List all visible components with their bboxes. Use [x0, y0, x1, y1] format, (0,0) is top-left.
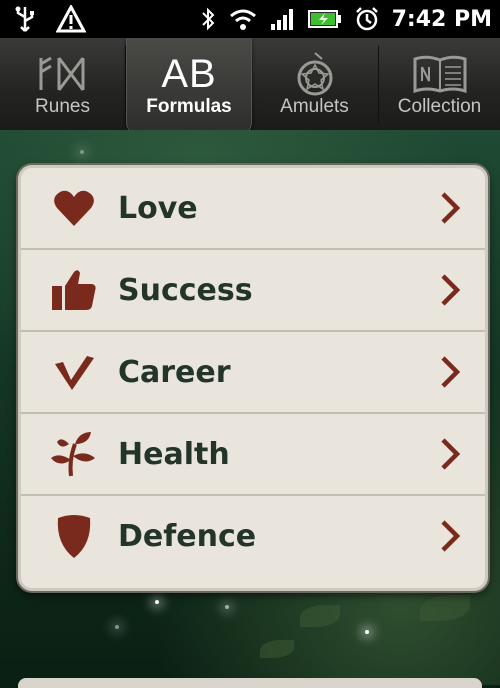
status-bar-left [14, 4, 86, 34]
list-item-health[interactable]: Health [21, 414, 485, 496]
thumbs-up-icon [52, 270, 96, 310]
usb-icon [15, 6, 34, 32]
amulet-icon [297, 52, 332, 96]
tab-collection[interactable]: Collection [379, 38, 500, 130]
list-item-label: Defence [118, 518, 257, 554]
sprout-icon [51, 432, 95, 477]
leaf-decoration [420, 595, 470, 621]
chevron-right-icon [441, 520, 461, 552]
wifi-icon [229, 9, 256, 30]
warning-icon [56, 5, 86, 33]
formula-list: Love Success Career Health Defence [18, 165, 488, 591]
list-item-label: Career [118, 354, 231, 390]
battery-icon [307, 10, 341, 28]
shield-icon [57, 515, 91, 558]
checkmark-icon [55, 356, 94, 390]
list-item-career[interactable]: Career [21, 332, 485, 414]
status-time: 7:42 PM [391, 6, 492, 32]
bottom-panel-edge [18, 678, 482, 688]
status-bar: 7:42 PM [0, 0, 500, 38]
ab-icon: AB [161, 52, 217, 96]
list-item-success[interactable]: Success [21, 250, 485, 332]
tab-formulas-label: Formulas [146, 96, 232, 117]
chevron-right-icon [441, 192, 461, 224]
tab-collection-label: Collection [397, 96, 482, 117]
status-bar-right: 7:42 PM [200, 4, 492, 34]
list-item-love[interactable]: Love [21, 168, 485, 250]
list-item-label: Health [118, 436, 230, 472]
signal-icon [270, 9, 293, 30]
tab-formulas[interactable]: AB Formulas [126, 38, 252, 136]
tab-amulets[interactable]: Amulets [252, 38, 377, 130]
chevron-right-icon [441, 438, 461, 470]
sparkle [155, 600, 159, 604]
sparkle [80, 150, 84, 154]
leaf-decoration [260, 640, 294, 658]
list-item-label: Success [118, 272, 253, 308]
chevron-right-icon [441, 274, 461, 306]
tab-runes-label: Runes [35, 96, 90, 117]
sparkle [365, 630, 369, 634]
list-item-defence[interactable]: Defence [21, 496, 485, 576]
sparkle [115, 625, 119, 629]
heart-icon [54, 190, 94, 226]
tab-runes[interactable]: Runes [0, 38, 125, 130]
chevron-right-icon [441, 356, 461, 388]
leaf-decoration [300, 605, 340, 627]
book-icon [413, 55, 466, 94]
alarm-icon [355, 7, 378, 31]
bluetooth-icon [201, 7, 215, 31]
tab-bar: Runes AB Formulas Amulets Collection [0, 38, 500, 136]
list-item-label: Love [118, 190, 198, 226]
tab-amulets-label: Amulets [280, 96, 349, 117]
runes-icon [39, 56, 84, 91]
sparkle [225, 605, 229, 609]
